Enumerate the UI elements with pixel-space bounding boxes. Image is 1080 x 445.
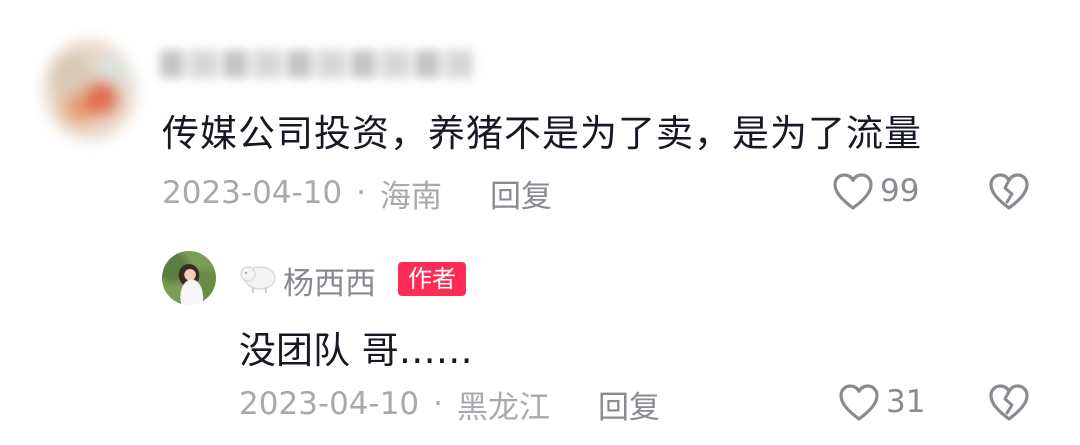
separator-dot: · — [356, 175, 367, 211]
like-count: 99 — [880, 173, 920, 209]
avatar[interactable] — [44, 40, 136, 140]
reply-text: 没团队 哥…… — [239, 329, 473, 372]
comment-date: 2023-04-10 — [162, 175, 343, 211]
reply-meta: 2023-04-10 · 黑龙江 回复 — [239, 382, 660, 427]
comment-location: 海南 — [380, 178, 443, 215]
broken-heart-icon[interactable] — [988, 383, 1030, 423]
sheep-icon — [240, 266, 276, 293]
comment-thread: 传媒公司投资，养猪不是为了卖，是为了流量 2023-04-10 · 海南 回复 … — [0, 0, 1080, 445]
reply-button[interactable]: 回复 — [490, 171, 552, 216]
like-count: 31 — [886, 384, 926, 420]
reply-avatar[interactable] — [162, 251, 216, 305]
reply-username[interactable]: 杨西西 — [283, 258, 376, 303]
reply-date: 2023-04-10 — [239, 386, 420, 422]
author-badge: 作者 — [398, 262, 466, 296]
separator-dot: · — [433, 386, 444, 422]
broken-heart-icon[interactable] — [988, 172, 1030, 212]
heart-outline-icon[interactable] — [838, 383, 880, 423]
comment-meta: 2023-04-10 · 海南 回复 — [162, 171, 552, 216]
username-blurred[interactable] — [160, 50, 475, 78]
comment-text: 传媒公司投资，养猪不是为了卖，是为了流量 — [162, 112, 922, 155]
heart-outline-icon[interactable] — [832, 172, 874, 212]
reply-button[interactable]: 回复 — [598, 382, 660, 427]
reply-location: 黑龙江 — [457, 389, 551, 426]
